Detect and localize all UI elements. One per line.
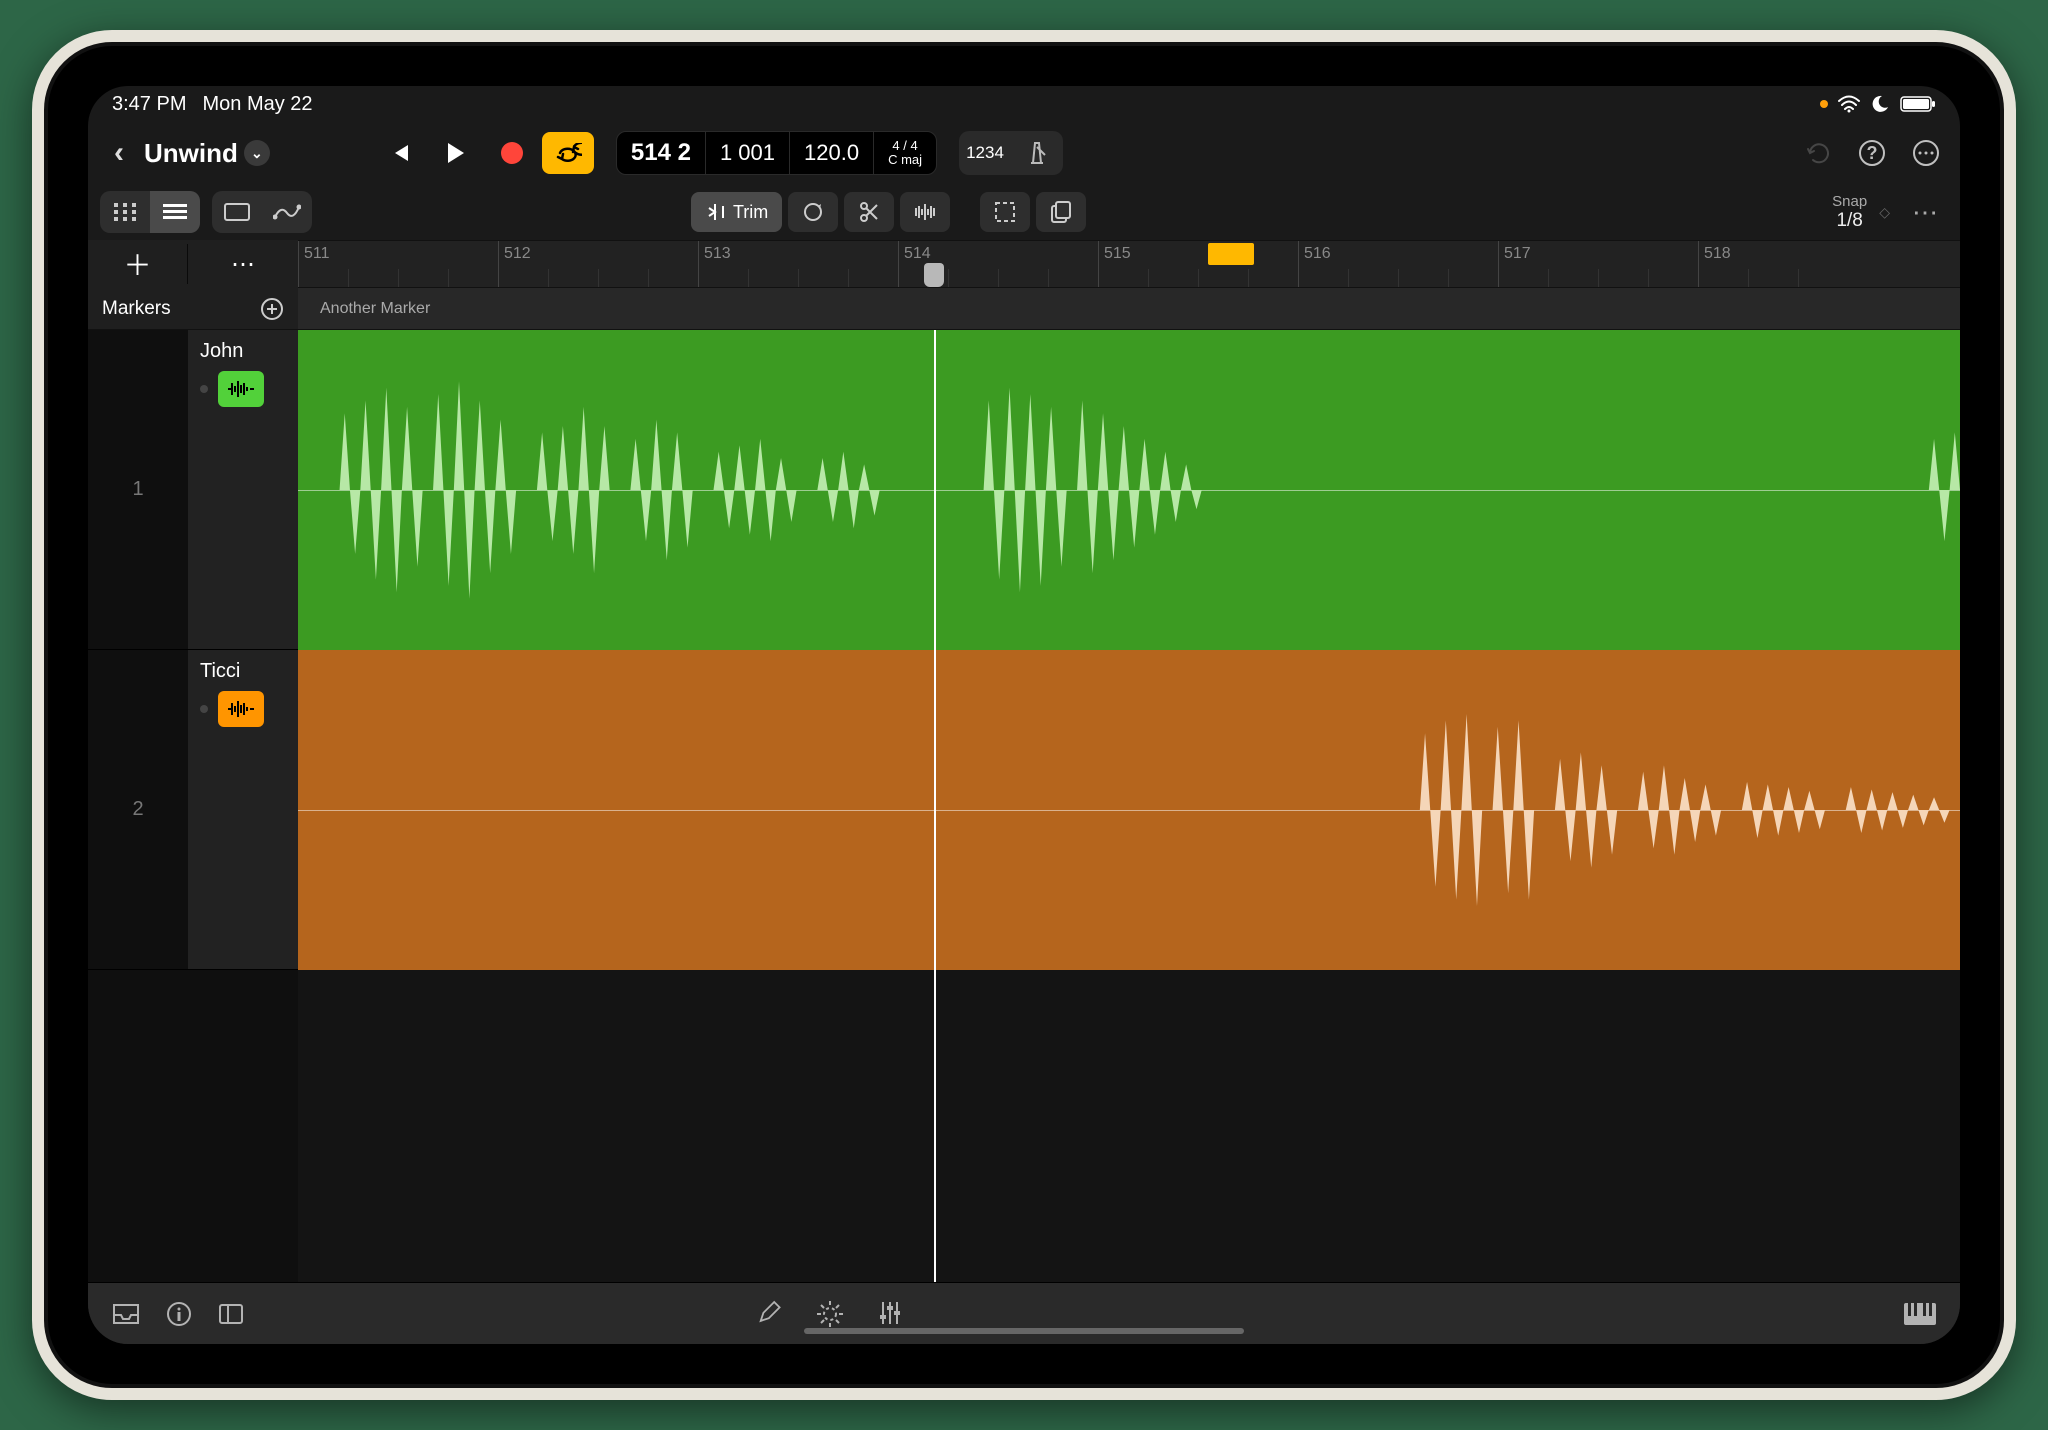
region-view-button[interactable] <box>212 191 262 233</box>
ruler-tick-label: 518 <box>1704 245 1731 263</box>
brightness-button[interactable] <box>816 1300 844 1328</box>
track-options-button[interactable]: ⋯ <box>188 250 298 279</box>
ruler-tick-label: 517 <box>1504 245 1531 263</box>
more-button[interactable] <box>1912 139 1940 167</box>
automation-view-button[interactable] <box>262 191 312 233</box>
recording-indicator-icon <box>1820 100 1828 108</box>
ruler-tick-label: 513 <box>704 245 731 263</box>
audio-region[interactable] <box>298 650 1960 970</box>
status-date: Mon May 22 <box>202 93 312 116</box>
count-in-button[interactable]: 1234 <box>959 131 1011 175</box>
project-title-label: Unwind <box>144 138 238 169</box>
metronome-button[interactable] <box>1011 131 1063 175</box>
mixer-button[interactable] <box>878 1300 902 1326</box>
status-time: 3:47 PM <box>112 93 186 116</box>
trim-icon <box>705 202 725 222</box>
track-name: Ticci <box>200 660 286 683</box>
screen: 3:47 PM Mon May 22 ‹ Unwind ⌄ <box>88 86 1960 1344</box>
track-header[interactable]: 1 John <box>88 330 298 650</box>
status-bar: 3:47 PM Mon May 22 <box>88 86 1960 122</box>
back-button[interactable]: ‹ <box>108 136 130 170</box>
snap-value: 1/8 <box>1836 210 1862 232</box>
track-icon[interactable] <box>218 371 264 407</box>
trim-label: Trim <box>733 202 768 223</box>
lcd-beat: 1 001 <box>720 140 775 166</box>
record-enable-dot[interactable] <box>200 385 208 393</box>
marker-label: Another Marker <box>320 300 430 318</box>
svg-text:?: ? <box>1867 143 1878 163</box>
lcd-display[interactable]: 514 2 1 001 120.0 4 / 4 C maj <box>616 131 937 175</box>
cycle-region[interactable] <box>1208 243 1254 265</box>
cycle-button[interactable] <box>542 132 594 174</box>
help-button[interactable]: ? <box>1858 139 1886 167</box>
split-button[interactable] <box>900 192 950 232</box>
audio-region[interactable] <box>298 330 1960 650</box>
track-number: 1 <box>88 330 188 649</box>
panels-button[interactable] <box>218 1303 244 1325</box>
track-name: John <box>200 340 286 363</box>
ruler-tick-label: 514 <box>904 245 931 263</box>
lcd-key: C maj <box>888 153 922 167</box>
track-icon[interactable] <box>218 691 264 727</box>
lcd-tempo: 120.0 <box>804 140 859 166</box>
trim-button[interactable]: Trim <box>691 192 782 232</box>
toolbar-more-button[interactable]: ⋯ <box>1902 197 1948 228</box>
play-button[interactable] <box>430 132 482 174</box>
loop-tool-button[interactable] <box>788 192 838 232</box>
undo-button[interactable] <box>1806 140 1832 166</box>
edit-toolbar: Trim Snap 1/8 ◇ ⋯ <box>88 184 1960 240</box>
display-mode-group: 1234 <box>959 131 1063 175</box>
snap-label: Snap <box>1832 193 1867 210</box>
wifi-icon <box>1838 95 1860 113</box>
add-track-button[interactable]: ＋ <box>88 244 188 284</box>
lcd-position: 514 2 <box>631 139 691 167</box>
ruler-tick-label: 511 <box>304 245 330 263</box>
track-lane-area[interactable] <box>298 330 1960 1282</box>
project-title-button[interactable]: Unwind ⌄ <box>144 138 270 169</box>
playhead-handle[interactable] <box>924 263 944 287</box>
add-marker-button[interactable] <box>260 297 284 321</box>
keyboard-button[interactable] <box>1904 1303 1936 1325</box>
marquee-button[interactable] <box>980 192 1030 232</box>
ipad-frame: 3:47 PM Mon May 22 ‹ Unwind ⌄ <box>32 30 2016 1400</box>
grid-view-button[interactable] <box>100 191 150 233</box>
track-header[interactable]: 2 Ticci <box>88 650 298 970</box>
go-to-start-button[interactable] <box>374 132 426 174</box>
chevron-down-icon: ⌄ <box>244 140 270 166</box>
markers-label: Markers <box>102 298 171 320</box>
pencil-button[interactable] <box>758 1300 782 1324</box>
scissors-button[interactable] <box>844 192 894 232</box>
record-enable-dot[interactable] <box>200 705 208 713</box>
info-button[interactable] <box>166 1301 192 1327</box>
top-toolbar: ‹ Unwind ⌄ 514 2 1 001 120.0 4 / 4 C maj <box>88 122 1960 184</box>
lcd-timesig: 4 / 4 <box>888 139 922 153</box>
ruler[interactable]: 511 512 513 514 515 516 517 518 <box>298 240 1960 288</box>
marker-region[interactable]: Another Marker <box>298 288 1960 329</box>
bottom-bar <box>88 1282 1960 1344</box>
list-view-button[interactable] <box>150 191 200 233</box>
track-headers: 1 John 2 Ticci <box>88 330 298 1282</box>
track-number: 2 <box>88 650 188 969</box>
ruler-tick-label: 515 <box>1104 245 1131 263</box>
moon-icon <box>1870 94 1890 114</box>
ruler-tick-label: 512 <box>504 245 531 263</box>
snap-selector[interactable]: Snap 1/8 <box>1832 193 1867 232</box>
ruler-tick-label: 516 <box>1304 245 1331 263</box>
home-indicator[interactable] <box>804 1328 1244 1334</box>
inbox-button[interactable] <box>112 1303 140 1325</box>
workspace: ＋ ⋯ 511 512 513 514 515 516 517 518 <box>88 240 1960 1282</box>
copy-button[interactable] <box>1036 192 1086 232</box>
battery-icon <box>1900 95 1936 113</box>
record-button[interactable] <box>486 132 538 174</box>
